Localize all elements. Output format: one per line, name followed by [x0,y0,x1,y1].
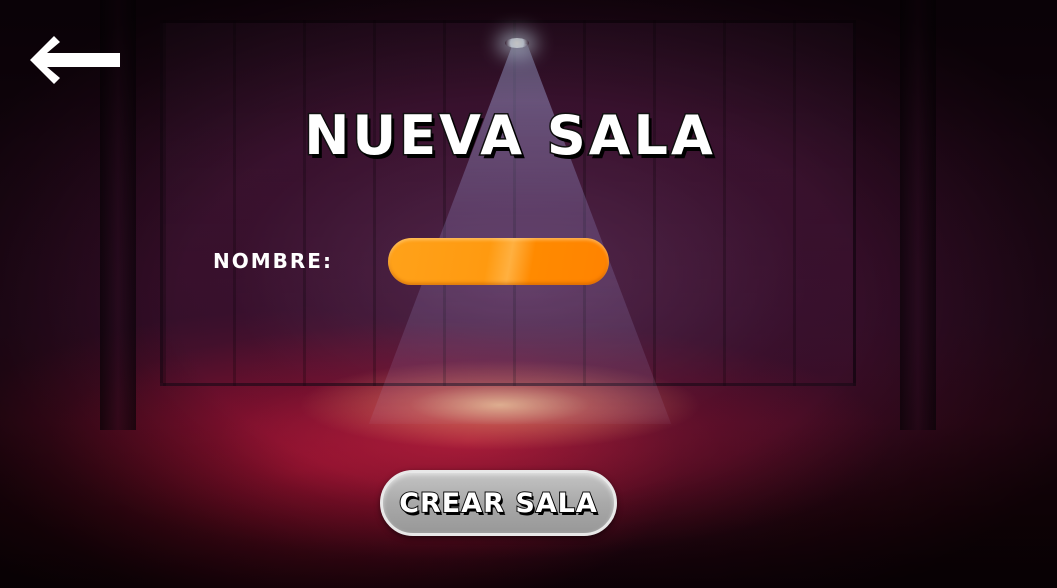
new-room-screen: NUEVA SALA NOMBRE: CREAR SALA [0,0,1057,588]
page-title: NUEVA SALA [303,103,716,169]
create-room-button-label: CREAR SALA [398,487,598,520]
pillar-right [900,0,936,430]
arrow-left-icon [30,36,120,84]
back-button[interactable] [30,36,122,84]
name-label: NOMBRE: [213,249,333,273]
spotlight-lamp [505,38,529,48]
create-room-button[interactable]: CREAR SALA [380,470,617,536]
room-name-input[interactable] [388,238,609,285]
